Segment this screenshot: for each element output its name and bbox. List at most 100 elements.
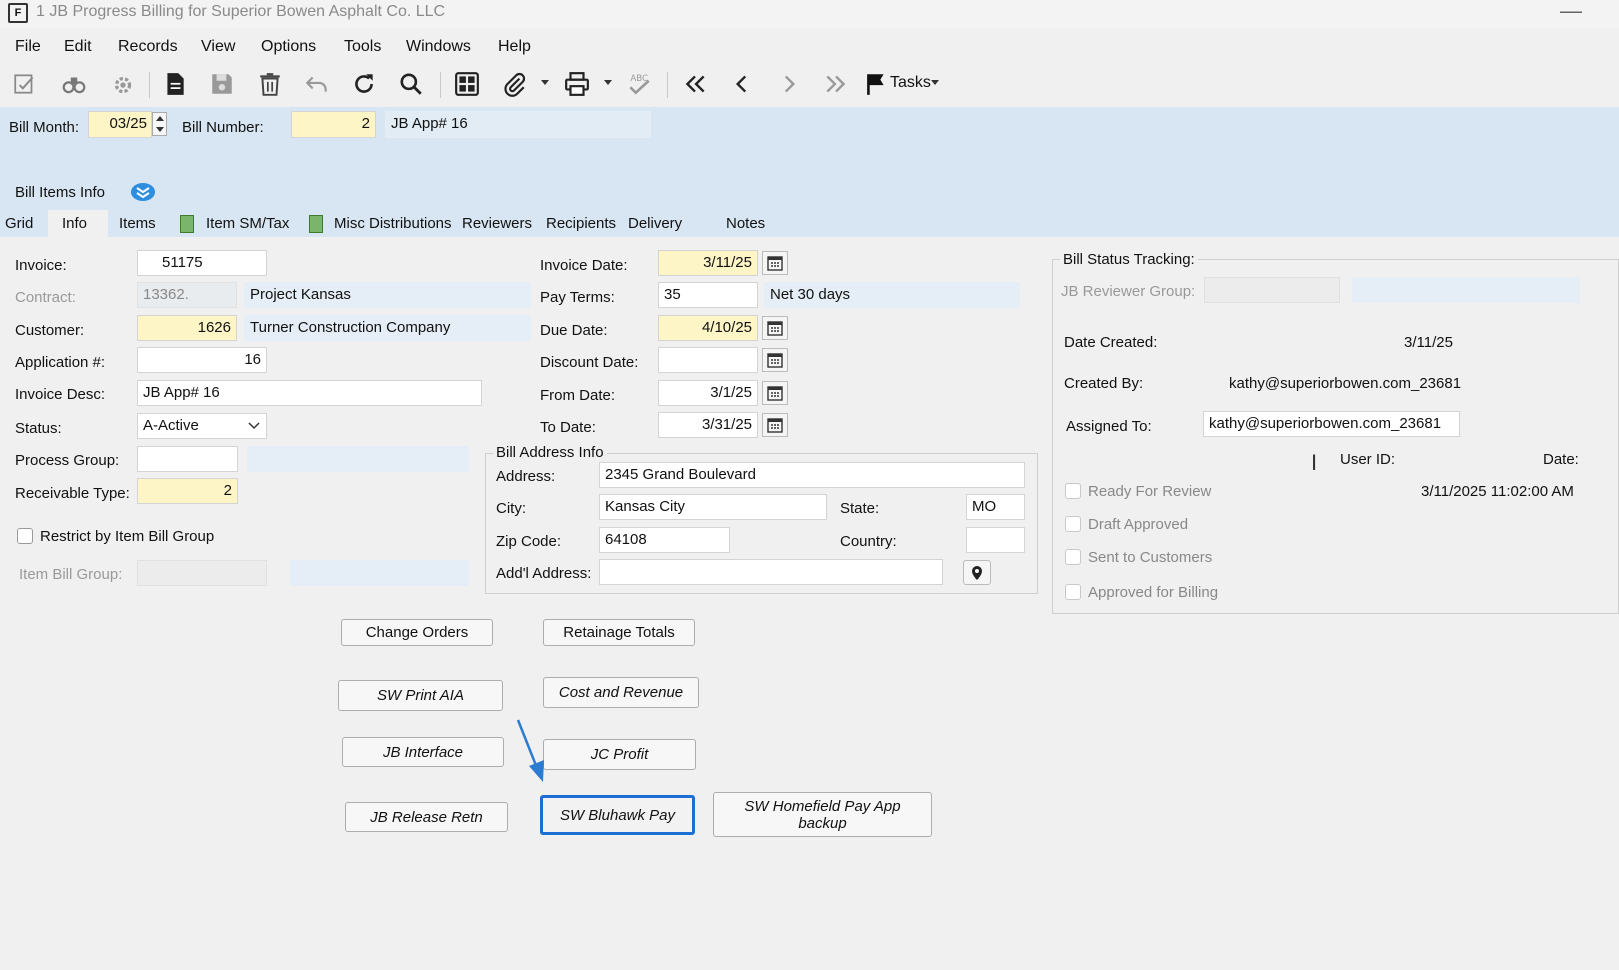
undo-icon[interactable] <box>301 68 333 100</box>
address-input[interactable]: 2345 Grand Boulevard <box>599 462 1025 488</box>
tab-misc-distributions[interactable]: Misc Distributions <box>334 215 452 237</box>
status-select[interactable]: A-Active <box>137 413 267 439</box>
bill-month-spinner[interactable] <box>152 112 167 136</box>
spinner-up-icon[interactable] <box>156 116 164 121</box>
settings-gear-icon[interactable] <box>107 68 139 100</box>
tasks-flag-icon[interactable] <box>860 68 892 100</box>
map-pin-icon[interactable] <box>963 560 991 585</box>
country-input[interactable] <box>966 527 1025 553</box>
text-cursor-icon: I <box>1311 450 1318 475</box>
minimize-button[interactable]: — <box>1560 0 1582 24</box>
collapse-chevron-icon[interactable] <box>131 183 155 201</box>
tab-notes[interactable]: Notes <box>726 215 765 237</box>
tasks-menu-label[interactable]: Tasks <box>890 74 931 92</box>
refresh-icon[interactable] <box>348 68 380 100</box>
tab-items[interactable]: Items <box>119 215 156 237</box>
assigned-to-input[interactable]: kathy@superiorbowen.com_23681 <box>1203 411 1460 437</box>
last-record-icon[interactable] <box>820 68 852 100</box>
user-id-column-label: User ID: <box>1340 451 1396 468</box>
menu-view[interactable]: View <box>201 38 235 56</box>
jc-profit-button[interactable]: JC Profit <box>543 739 696 770</box>
retainage-totals-button[interactable]: Retainage Totals <box>543 619 695 646</box>
restrict-by-item-bill-group-checkbox[interactable] <box>17 528 33 544</box>
grid-view-icon[interactable] <box>451 68 483 100</box>
to-date-calendar-icon[interactable] <box>762 413 788 437</box>
print-icon[interactable] <box>561 68 593 100</box>
pay-terms-input[interactable]: 35 <box>658 282 758 308</box>
draft-approved-checkbox[interactable] <box>1065 516 1081 532</box>
assigned-to-label: Assigned To: <box>1066 418 1152 435</box>
new-document-icon[interactable] <box>159 68 191 100</box>
addl-address-input[interactable] <box>599 559 943 585</box>
from-date-input[interactable]: 3/1/25 <box>658 380 758 406</box>
tab-recipients[interactable]: Recipients <box>546 215 616 237</box>
invoice-desc-input[interactable]: JB App# 16 <box>137 380 482 406</box>
item-sm-tax-tab-icon <box>180 215 194 233</box>
menu-windows[interactable]: Windows <box>406 38 471 56</box>
toolbar: ABC Tasks <box>0 64 1619 106</box>
bill-address-group-label: Bill Address Info <box>493 444 607 461</box>
tab-delivery[interactable]: Delivery <box>628 215 682 237</box>
invoice-date-input[interactable]: 3/11/25 <box>658 250 758 276</box>
tab-grid[interactable]: Grid <box>5 215 33 237</box>
first-record-icon[interactable] <box>679 68 711 100</box>
sw-print-aia-button[interactable]: SW Print AIA <box>338 680 503 711</box>
tab-info[interactable]: Info <box>48 210 108 238</box>
to-date-input[interactable]: 3/31/25 <box>658 412 758 438</box>
application-number-input[interactable]: 16 <box>137 347 267 373</box>
ready-for-review-checkbox[interactable] <box>1065 483 1081 499</box>
binoculars-icon[interactable] <box>58 68 90 100</box>
discount-date-calendar-icon[interactable] <box>762 348 788 372</box>
menu-edit[interactable]: Edit <box>64 38 92 56</box>
spellcheck-icon[interactable]: ABC <box>623 68 655 100</box>
menu-tools[interactable]: Tools <box>344 38 381 56</box>
edit-check-icon[interactable] <box>9 68 41 100</box>
due-date-calendar-icon[interactable] <box>762 316 788 340</box>
process-group-input[interactable] <box>137 446 238 472</box>
approved-for-billing-checkbox[interactable] <box>1065 584 1081 600</box>
save-icon[interactable] <box>206 68 238 100</box>
previous-record-icon[interactable] <box>726 68 758 100</box>
print-dropdown-icon[interactable] <box>604 80 612 85</box>
bill-number-input[interactable]: 2 <box>291 111 376 138</box>
from-date-label: From Date: <box>540 387 616 404</box>
invoice-date-label: Invoice Date: <box>540 257 628 274</box>
ready-for-review-date: 3/11/2025 11:02:00 AM <box>1421 483 1574 500</box>
attachment-paperclip-icon[interactable] <box>498 68 530 100</box>
next-record-icon[interactable] <box>773 68 805 100</box>
state-input[interactable]: MO <box>966 494 1025 520</box>
contract-label: Contract: <box>15 289 76 306</box>
title-bar: F 1 JB Progress Billing for Superior Bow… <box>0 0 1619 28</box>
invoice-date-calendar-icon[interactable] <box>762 251 788 275</box>
window-title: 1 JB Progress Billing for Superior Bowen… <box>36 3 446 20</box>
sw-homefield-pay-app-backup-button[interactable]: SW Homefield Pay App backup <box>713 792 932 837</box>
menu-file[interactable]: File <box>15 38 41 56</box>
jb-interface-button[interactable]: JB Interface <box>342 737 504 767</box>
bill-month-label: Bill Month: <box>9 119 80 136</box>
invoice-input[interactable]: 51175 <box>137 250 267 276</box>
menu-options[interactable]: Options <box>261 38 316 56</box>
cost-and-revenue-button[interactable]: Cost and Revenue <box>543 677 699 708</box>
state-label: State: <box>840 500 880 517</box>
tab-reviewers[interactable]: Reviewers <box>462 215 532 237</box>
change-orders-button[interactable]: Change Orders <box>341 619 493 646</box>
spinner-down-icon[interactable] <box>156 127 164 132</box>
city-input[interactable]: Kansas City <box>599 494 827 520</box>
attachment-dropdown-icon[interactable] <box>541 80 549 85</box>
tasks-dropdown-icon[interactable] <box>931 80 939 85</box>
discount-date-input[interactable] <box>658 347 758 373</box>
receivable-type-input[interactable]: 2 <box>137 478 238 504</box>
search-icon[interactable] <box>395 68 427 100</box>
tab-item-sm-tax[interactable]: Item SM/Tax <box>206 215 289 237</box>
menu-records[interactable]: Records <box>118 38 178 56</box>
due-date-input[interactable]: 4/10/25 <box>658 315 758 341</box>
jb-release-retn-button[interactable]: JB Release Retn <box>345 802 508 832</box>
bill-month-input[interactable]: 03/25 <box>88 111 152 138</box>
zip-code-input[interactable]: 64108 <box>599 527 730 553</box>
sent-to-customers-checkbox[interactable] <box>1065 549 1081 565</box>
menu-help[interactable]: Help <box>498 38 531 56</box>
sw-bluhawk-pay-button[interactable]: SW Bluhawk Pay <box>540 795 695 835</box>
delete-trash-icon[interactable] <box>254 68 286 100</box>
from-date-calendar-icon[interactable] <box>762 381 788 405</box>
customer-input[interactable]: 1626 <box>137 315 237 341</box>
